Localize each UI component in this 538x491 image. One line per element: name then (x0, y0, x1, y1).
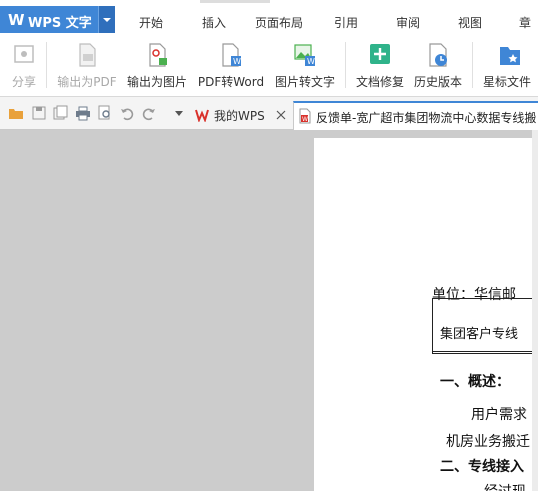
tab-insert[interactable]: 插入 (202, 14, 226, 31)
tab-my-wps[interactable]: 我的WPS (190, 101, 291, 129)
document-workspace[interactable]: 单位：华信邮 集团客户专线 一、概述： 用户需求 机房业务搬迁 二、专线接入 经… (0, 130, 538, 491)
svg-text:W: W (233, 57, 241, 66)
wps-logo-icon: W (8, 11, 25, 29)
open-folder-icon[interactable] (8, 105, 24, 121)
svg-text:W: W (307, 57, 315, 66)
close-icon[interactable] (276, 110, 286, 120)
tab-review[interactable]: 审阅 (396, 14, 420, 31)
scrollbar-track[interactable] (532, 130, 538, 491)
save-as-icon[interactable] (52, 105, 68, 121)
save-icon[interactable] (31, 105, 47, 121)
export-pdf-label: 输出为PDF (57, 75, 117, 89)
table-cell-text: 集团客户专线 (440, 327, 519, 342)
heading-overview: 一、概述： (440, 374, 510, 390)
heading-line-access: 二、专线接入 (440, 459, 524, 475)
document-page[interactable]: 单位：华信邮 集团客户专线 一、概述： 用户需求 机房业务搬迁 二、专线接入 经… (314, 138, 538, 491)
document-repair-button[interactable]: 文档修复 (352, 38, 408, 92)
pdf-to-word-label: PDF转Word (197, 75, 265, 89)
tab-view[interactable]: 视图 (458, 14, 482, 31)
ribbon-toolbar: 分享 输出为PDF 输出为图片 W PDF转Word W 图片转文字 文档修复 … (0, 34, 538, 97)
tab-references[interactable]: 引用 (334, 14, 358, 31)
menu-bar: W WPS 文字 开始 插入 页面布局 引用 审阅 视图 章 (0, 0, 538, 35)
tab-my-wps-label: 我的WPS (214, 109, 265, 123)
document-icon: W (299, 108, 311, 124)
print-preview-icon[interactable] (97, 105, 113, 121)
app-title: WPS 文字 (28, 16, 92, 31)
print-icon[interactable] (75, 105, 91, 121)
share-icon (14, 45, 34, 63)
tab-active-document[interactable]: W 反馈单-宽广超市集团物流中心数据专线搬 (293, 101, 538, 130)
history-version-button[interactable]: 历史版本 (410, 38, 466, 92)
tab-chapter[interactable]: 章 (519, 14, 538, 31)
paragraph-requirement: 用户需求 (471, 407, 527, 423)
tab-page-layout[interactable]: 页面布局 (255, 14, 303, 31)
tab-active-document-label: 反馈单-宽广超市集团物流中心数据专线搬 (316, 111, 537, 125)
history-version-icon (429, 43, 447, 67)
ribbon-separator (472, 42, 473, 88)
redo-icon[interactable] (141, 105, 157, 121)
ribbon-separator (46, 42, 47, 88)
export-pdf-icon (79, 43, 96, 67)
table-bottom-border (432, 351, 538, 352)
undo-icon[interactable] (119, 105, 135, 121)
document-repair-label: 文档修复 (355, 75, 404, 89)
app-menu-button[interactable]: W WPS 文字 (0, 6, 115, 33)
app-menu-dropdown-icon[interactable] (98, 6, 115, 33)
share-label: 分享 (11, 75, 36, 89)
export-image-icon (149, 43, 167, 67)
image-to-text-button[interactable]: W 图片转文字 (272, 38, 338, 92)
pdf-to-word-button[interactable]: W PDF转Word (196, 38, 266, 92)
starred-files-label: 星标文件 (483, 75, 532, 89)
title-bar-fragment (200, 0, 270, 3)
export-pdf-button[interactable]: 输出为PDF (54, 38, 120, 92)
starred-files-button[interactable]: 星标文件 (481, 38, 538, 92)
image-to-text-icon: W (294, 44, 315, 66)
svg-text:W: W (302, 116, 308, 123)
export-image-button[interactable]: 输出为图片 (124, 38, 190, 92)
quick-access-dropdown-icon[interactable] (171, 105, 187, 121)
paragraph-relocation: 机房业务搬迁 (446, 434, 530, 450)
share-button[interactable]: 分享 (4, 38, 44, 92)
image-to-text-label: 图片转文字 (274, 75, 335, 89)
tab-start[interactable]: 开始 (139, 14, 163, 31)
export-image-label: 输出为图片 (126, 75, 187, 89)
paragraph-after-review: 经过现 (484, 481, 526, 491)
document-tab-bar: 我的WPS W 反馈单-宽广超市集团物流中心数据专线搬 (0, 97, 538, 130)
wps-logo-icon (195, 109, 209, 122)
ribbon-separator (345, 42, 346, 88)
pdf-to-word-icon: W (222, 43, 241, 67)
history-version-label: 历史版本 (413, 75, 462, 89)
starred-folder-icon (499, 47, 520, 65)
document-repair-icon (370, 44, 390, 64)
